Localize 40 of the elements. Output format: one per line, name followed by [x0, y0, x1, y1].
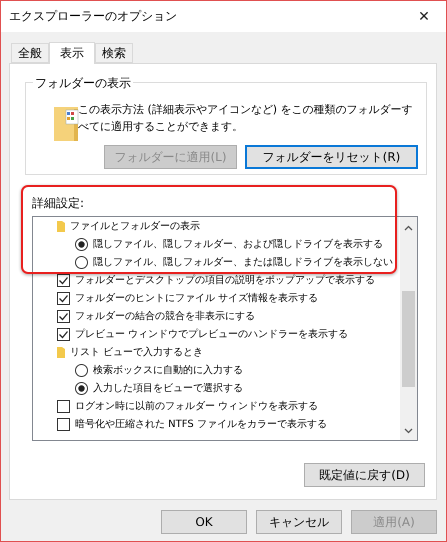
option-label: 隠しファイル、隠しフォルダー、または隠しドライブを表示しない — [93, 256, 393, 269]
dialog-button[interactable]: OK — [161, 510, 247, 534]
option-label: フォルダーとデスクトップの項目の説明をポップアップで表示する — [75, 274, 375, 287]
checkbox[interactable] — [57, 292, 70, 304]
checkbox[interactable] — [57, 274, 70, 286]
checkbox[interactable] — [57, 418, 70, 430]
tab[interactable]: 検索 — [95, 43, 133, 63]
scroll-down-icon[interactable] — [404, 428, 413, 434]
tab[interactable]: 表示 — [49, 42, 95, 64]
radio-button[interactable] — [75, 238, 88, 250]
folder-icon — [57, 346, 65, 358]
radio-button[interactable] — [75, 364, 88, 376]
option-label: 隠しファイル、隠しフォルダー、および隠しドライブを表示する — [93, 238, 383, 251]
restore-defaults-button[interactable]: 既定値に戻す(D) — [304, 463, 425, 487]
option-label: フォルダーのヒントにファイル サイズ情報を表示する — [75, 292, 318, 305]
folder-icon — [57, 220, 65, 232]
tab[interactable]: 全般 — [11, 43, 49, 63]
section-label: 詳細設定: — [32, 195, 86, 212]
option-label: プレビュー ウィンドウでプレビューのハンドラーを表示する — [75, 328, 348, 341]
scrollbar[interactable] — [400, 217, 417, 440]
option-label: 入力した項目をビューで選択する — [93, 382, 243, 395]
folder-icon — [54, 107, 80, 141]
window-title: エクスプローラーのオプション — [9, 8, 177, 25]
option-label: 暗号化や圧縮された NTFS ファイルをカラーで表示する — [75, 418, 327, 431]
description-text: この表示方法 (詳細表示やアイコンなど) をこの種類のフォルダーすべてに適用することができます。 — [78, 102, 414, 135]
group-title: フォルダーの表示 — [33, 75, 133, 92]
radio-button[interactable] — [75, 256, 88, 268]
scroll-thumb[interactable] — [402, 291, 415, 387]
option-label: ログオン時に以前のフォルダー ウィンドウを表示する — [75, 400, 318, 413]
group-label: ファイルとフォルダーの表示 — [70, 220, 200, 233]
dialog-button[interactable]: キャンセル — [256, 510, 342, 534]
checkbox[interactable] — [57, 310, 70, 322]
group-label: リスト ビューで入力するとき — [70, 346, 204, 359]
option-label: フォルダーの結合の競合を非表示にする — [75, 310, 255, 323]
folder-button[interactable]: フォルダーをリセット(R) — [245, 145, 418, 169]
scroll-up-icon[interactable] — [404, 225, 413, 231]
radio-button[interactable] — [75, 382, 88, 394]
checkbox[interactable] — [57, 328, 70, 340]
checkbox[interactable] — [57, 400, 70, 412]
option-label: 検索ボックスに自動的に入力する — [93, 364, 243, 377]
